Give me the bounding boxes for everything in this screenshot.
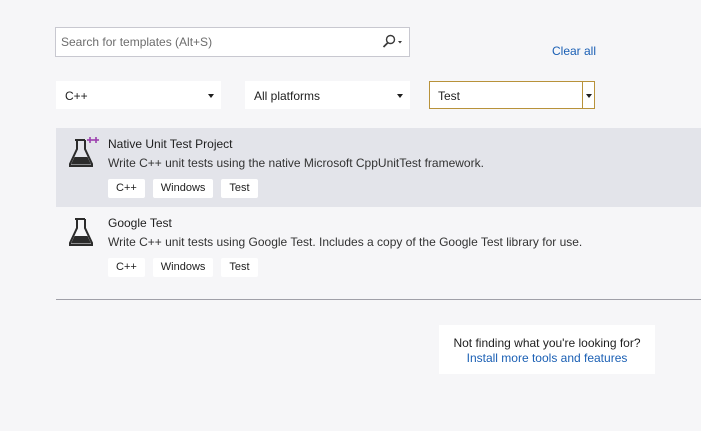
chevron-down-icon [397, 94, 403, 98]
template-item-native-unit-test[interactable]: Native Unit Test Project Write C++ unit … [56, 128, 701, 207]
chevron-down-icon [208, 94, 214, 98]
clear-all-link[interactable]: Clear all [552, 44, 596, 58]
template-name: Native Unit Test Project [108, 137, 233, 151]
list-divider [56, 299, 701, 300]
language-filter-value: C++ [65, 89, 88, 103]
tag-platform: Windows [152, 179, 214, 198]
tag-project-type: Test [221, 179, 258, 198]
chevron-down-icon [586, 94, 592, 98]
dropdown-separator [582, 82, 583, 108]
template-tags: C++ Windows Test [108, 258, 258, 277]
install-more-tools-link[interactable]: Install more tools and features [439, 351, 655, 365]
flask-plus-icon [69, 136, 99, 168]
search-icon [382, 34, 402, 48]
tag-language: C++ [108, 179, 145, 198]
template-tags: C++ Windows Test [108, 179, 258, 198]
template-name: Google Test [108, 216, 172, 230]
template-description: Write C++ unit tests using the native Mi… [108, 156, 484, 170]
search-dropdown-button[interactable] [381, 34, 405, 50]
template-item-google-test[interactable]: Google Test Write C++ unit tests using G… [56, 207, 701, 286]
help-question: Not finding what you're looking for? [453, 336, 641, 350]
platform-filter-dropdown[interactable]: All platforms [245, 81, 410, 109]
tag-project-type: Test [221, 258, 258, 277]
tag-language: C++ [108, 258, 145, 277]
project-type-filter-value: Test [438, 89, 461, 103]
platform-filter-value: All platforms [254, 89, 321, 103]
tag-platform: Windows [152, 258, 214, 277]
language-filter-dropdown[interactable]: C++ [56, 81, 221, 109]
template-search-box[interactable] [55, 27, 410, 57]
project-type-filter-dropdown[interactable]: Test [429, 81, 595, 109]
search-input[interactable] [56, 28, 381, 56]
flask-icon [69, 215, 99, 247]
help-box: Not finding what you're looking for? Ins… [439, 325, 655, 374]
template-description: Write C++ unit tests using Google Test. … [108, 235, 583, 249]
